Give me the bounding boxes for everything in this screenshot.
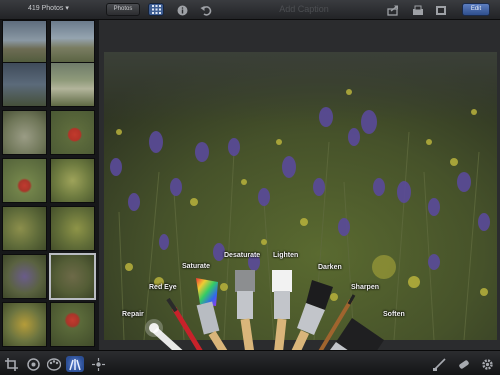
color-icon (47, 357, 61, 371)
thumbnail[interactable] (2, 302, 47, 347)
thumbnail[interactable] (2, 20, 47, 65)
remove-icon (459, 359, 469, 369)
thumbnail[interactable] (2, 158, 47, 203)
thumbnail[interactable] (50, 206, 95, 251)
photos-button[interactable]: Photos (106, 3, 140, 16)
thumbnail[interactable] (2, 206, 47, 251)
auto-enhance-button[interactable] (432, 356, 448, 372)
thumbnail-selected[interactable] (49, 253, 96, 300)
share-button[interactable] (386, 3, 400, 17)
gallery-icon (436, 5, 446, 15)
sharpen-brush-label: Sharpen (351, 284, 380, 291)
upload-icon (413, 5, 423, 15)
info-button[interactable] (175, 3, 189, 17)
flower-field-image (104, 52, 497, 340)
upload-button[interactable] (411, 3, 425, 17)
effects-button[interactable] (90, 356, 106, 372)
info-icon (177, 5, 187, 15)
settings-button[interactable] (479, 356, 495, 372)
share-icon (387, 5, 398, 16)
exposure-icon (26, 357, 40, 371)
color-button[interactable] (46, 356, 62, 372)
thumbnail[interactable] (2, 62, 47, 107)
thumbnail[interactable] (50, 158, 95, 203)
darken-brush-label: Darken (318, 264, 342, 271)
brushes-button[interactable] (66, 356, 84, 372)
photo-editor-app: 419 Photos ▾ Photos Add Caption Edit Rep… (0, 0, 500, 375)
thumbnail[interactable] (50, 110, 95, 155)
red-eye-brush-label: Red Eye (149, 284, 177, 291)
grid-icon (151, 5, 161, 14)
undo-button[interactable] (199, 3, 213, 17)
album-menu-button[interactable]: 419 Photos ▾ (28, 4, 69, 12)
effects-icon (91, 357, 105, 371)
top-toolbar: 419 Photos ▾ Photos Add Caption Edit (0, 0, 500, 20)
remove-button[interactable] (456, 356, 472, 372)
thumbnail[interactable] (2, 110, 47, 155)
thumbnail[interactable] (50, 302, 95, 347)
lighten-brush-label: Lighten (273, 252, 299, 259)
soften-brush-label: Soften (383, 311, 405, 318)
desaturate-brush-label: Desaturate (224, 252, 261, 259)
main-photo[interactable] (104, 52, 497, 340)
crop-button[interactable] (3, 356, 19, 372)
undo-icon (200, 5, 212, 16)
edit-button[interactable]: Edit (462, 3, 490, 16)
thumbnail[interactable] (50, 20, 95, 65)
settings-icon (481, 358, 493, 370)
bottom-toolbar (0, 350, 500, 375)
auto-enhance-icon (433, 357, 446, 371)
thumbnail[interactable] (50, 62, 95, 107)
thumbnail-strip[interactable] (0, 20, 99, 350)
photo-viewer (99, 20, 500, 350)
repair-brush-label: Repair (122, 311, 144, 318)
gallery-button[interactable] (434, 3, 448, 17)
saturate-brush-label: Saturate (182, 263, 211, 270)
grid-view-button[interactable] (148, 3, 164, 16)
thumbnail[interactable] (2, 254, 47, 299)
brushes-icon (69, 358, 81, 370)
exposure-button[interactable] (25, 356, 41, 372)
crop-icon (4, 357, 18, 371)
caption-field[interactable]: Add Caption (244, 4, 364, 14)
